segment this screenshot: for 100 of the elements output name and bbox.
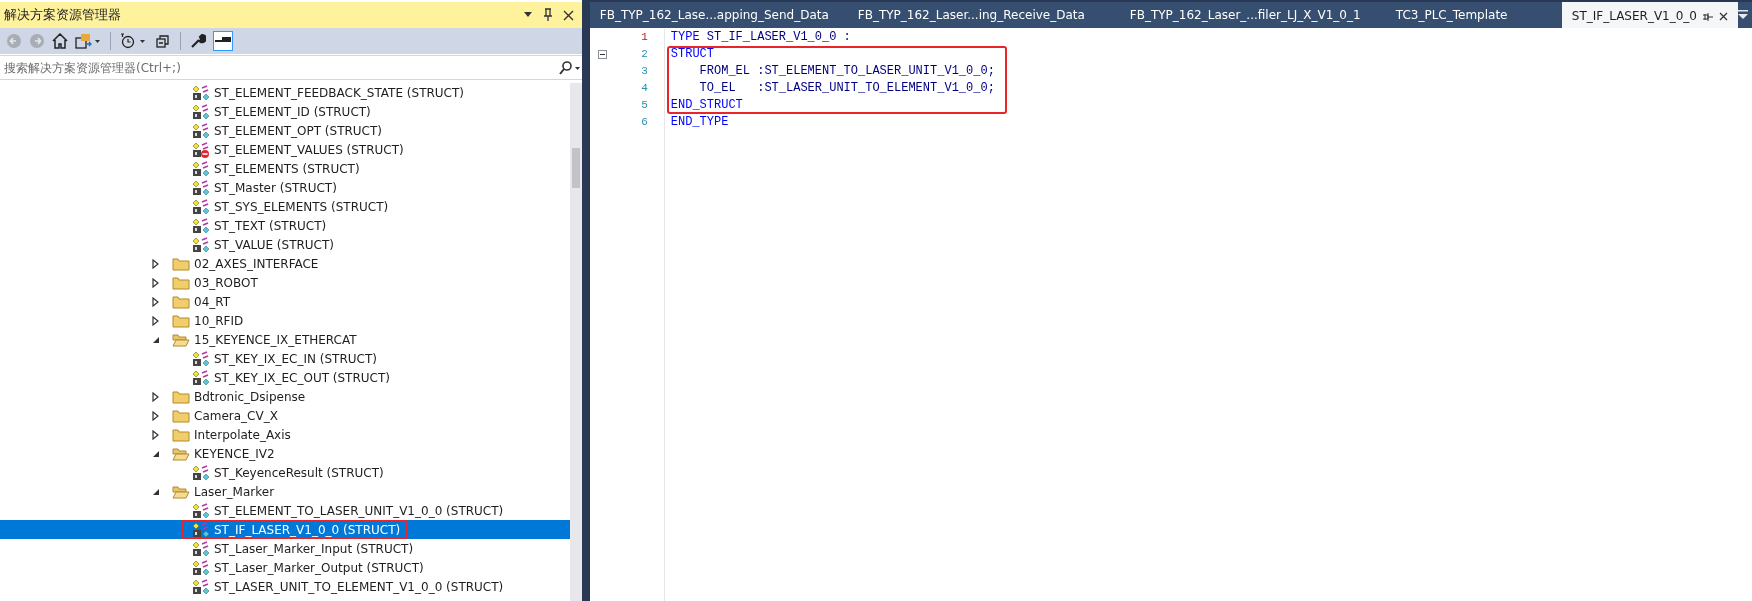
collapse-all-icon[interactable]	[155, 33, 171, 49]
expanded-arrow-icon[interactable]	[152, 449, 160, 458]
tree-item[interactable]: ST_SYS_ELEMENTS (STRUCT)	[0, 197, 570, 216]
collapsed-arrow-icon[interactable]	[152, 429, 160, 440]
pin-icon[interactable]	[1703, 10, 1713, 22]
line-number: 6	[640, 115, 648, 130]
tree-folder[interactable]: 03_ROBOT	[0, 273, 570, 292]
close-icon[interactable]	[1719, 11, 1728, 21]
folder-icon	[172, 313, 190, 328]
tree-folder[interactable]: 10_RFID	[0, 311, 570, 330]
struct-label: ST_ELEMENT_OPT (STRUCT)	[214, 123, 382, 138]
collapsed-arrow-icon[interactable]	[152, 315, 160, 326]
tree-item[interactable]: ST_LASER_UNIT_TO_ELEMENT_V1_0_0 (STRUCT)	[0, 577, 570, 596]
folder-icon	[172, 389, 190, 404]
tab-list-dropdown-icon[interactable]	[1738, 10, 1748, 20]
tree-item[interactable]: ST_VALUE (STRUCT)	[0, 235, 570, 254]
code-line: FROM_EL :ST_ELEMENT_TO_LASER_UNIT_V1_0_0;	[698, 63, 995, 80]
tree-folder[interactable]: Bdtronic_Dsipense	[0, 387, 570, 406]
tree-item[interactable]: ST_KEY_IX_EC_IN (STRUCT)	[0, 349, 570, 368]
preview-toggle-button[interactable]	[213, 31, 233, 51]
folder-icon	[172, 427, 190, 442]
expanded-arrow-icon[interactable]	[152, 335, 160, 344]
open-folder-icon	[172, 484, 190, 499]
open-folder-icon	[172, 332, 190, 347]
tree-folder[interactable]: 02_AXES_INTERFACE	[0, 254, 570, 273]
sync-icon[interactable]	[75, 33, 101, 49]
pin-icon[interactable]	[542, 8, 553, 22]
folder-label: Camera_CV_X	[194, 408, 278, 423]
code-line: END_STRUCT	[670, 97, 744, 114]
struct-label: ST_Laser_Marker_Output (STRUCT)	[214, 560, 424, 575]
preview-icon	[215, 37, 231, 45]
editor-tab[interactable]: FB_TYP_162_Laser_...filer_LJ_X_V1_0_1	[1119, 2, 1386, 28]
editor-tab[interactable]: FB_TYP_162_Laser...ing_Receive_Data	[847, 2, 1120, 28]
tree-item[interactable]: ST_ELEMENT_OPT (STRUCT)	[0, 121, 570, 140]
struct-label: ST_IF_LASER_V1_0_0 (STRUCT)	[214, 522, 401, 537]
tree-folder[interactable]: Interpolate_Axis	[0, 425, 570, 444]
dropdown-icon[interactable]	[522, 12, 533, 18]
collapsed-arrow-icon[interactable]	[152, 258, 160, 269]
editor-tab[interactable]: TC3_PLC_Template	[1385, 2, 1562, 28]
tree-item[interactable]: ST_KeyenceResult (STRUCT)	[0, 463, 570, 482]
tree-item[interactable]: ST_Master (STRUCT)	[0, 178, 570, 197]
tree-item[interactable]: ST_Laser_Marker_Output (STRUCT)	[0, 558, 570, 577]
tree-item[interactable]: ST_TEXT (STRUCT)	[0, 216, 570, 235]
editor-tab[interactable]: FB_TYP_162_Lase...apping_Send_Data	[589, 2, 848, 28]
line-number: 1	[640, 30, 648, 45]
tree-folder[interactable]: 04_RT	[0, 292, 570, 311]
folder-icon	[172, 408, 190, 423]
search-icon[interactable]	[557, 60, 582, 75]
line-number: 5	[640, 98, 648, 113]
folder-label: 02_AXES_INTERFACE	[194, 256, 319, 271]
struct-label: ST_TEXT (STRUCT)	[214, 218, 327, 233]
tree-item[interactable]: ST_ELEMENT_VALUES (STRUCT)	[0, 140, 570, 159]
folder-icon	[172, 275, 190, 290]
line-number: 4	[640, 81, 648, 96]
struct-label: ST_Master (STRUCT)	[214, 180, 337, 195]
struct-label: ST_Laser_Marker_Input (STRUCT)	[214, 541, 414, 556]
folder-label: 03_ROBOT	[194, 275, 258, 290]
folder-icon	[172, 256, 190, 271]
line-number: 3	[640, 64, 648, 79]
tree-folder[interactable]: KEYENCE_IV2	[0, 444, 570, 463]
home-icon[interactable]	[52, 33, 68, 49]
tree-item[interactable]: ST_ELEMENTS (STRUCT)	[0, 159, 570, 178]
history-icon[interactable]	[120, 33, 148, 49]
tree-folder[interactable]: Laser_Marker	[0, 482, 570, 501]
folder-label: KEYENCE_IV2	[194, 446, 275, 461]
struct-label: ST_ELEMENT_FEEDBACK_STATE (STRUCT)	[214, 85, 464, 100]
folder-label: 10_RFID	[194, 313, 244, 328]
folder-icon	[172, 294, 190, 309]
fold-icon[interactable]	[597, 50, 607, 59]
code-line: TO_EL :ST_LASER_UNIT_TO_ELEMENT_V1_0_0;	[698, 80, 995, 97]
tree-item[interactable]: ST_ELEMENT_ID (STRUCT)	[0, 102, 570, 121]
close-icon[interactable]	[562, 9, 574, 21]
tree-item[interactable]: ST_ELEMENT_TO_LASER_UNIT_V1_0_0 (STRUCT)	[0, 501, 570, 520]
collapsed-arrow-icon[interactable]	[152, 277, 160, 288]
editor-tab[interactable]: ST_IF_LASER_V1_0_0	[1561, 2, 1738, 28]
struct-label: ST_ELEMENT_VALUES (STRUCT)	[214, 142, 404, 157]
tree-item[interactable]: ST_Laser_Marker_Input (STRUCT)	[0, 539, 570, 558]
struct-label: ST_ELEMENT_ID (STRUCT)	[214, 104, 371, 119]
struct-label: ST_KEY_IX_EC_IN (STRUCT)	[214, 351, 377, 366]
scrollbar-thumb[interactable]	[571, 148, 580, 188]
struct-label: ST_KeyenceResult (STRUCT)	[214, 465, 384, 480]
tree-item[interactable]: ST_KEY_IX_EC_OUT (STRUCT)	[0, 368, 570, 387]
folder-label: Bdtronic_Dsipense	[194, 389, 306, 404]
folder-label: 15_KEYENCE_IX_ETHERCAT	[194, 332, 357, 347]
folder-label: 04_RT	[194, 294, 231, 309]
collapsed-arrow-icon[interactable]	[152, 410, 160, 421]
tree-folder[interactable]: 15_KEYENCE_IX_ETHERCAT	[0, 330, 570, 349]
expanded-arrow-icon[interactable]	[152, 487, 160, 496]
tree-item[interactable]: ST_ELEMENT_FEEDBACK_STATE (STRUCT)	[0, 83, 570, 102]
tree-folder[interactable]: Camera_CV_X	[0, 406, 570, 425]
line-number: 2	[640, 47, 648, 62]
code-line: END_TYPE	[670, 114, 730, 131]
folder-label: Interpolate_Axis	[194, 427, 291, 442]
collapsed-arrow-icon[interactable]	[152, 391, 160, 402]
code-line: TYPE ST_IF_LASER_V1_0_0 :	[670, 29, 852, 46]
collapsed-arrow-icon[interactable]	[152, 296, 160, 307]
folder-label: Laser_Marker	[194, 484, 275, 499]
search-field[interactable]: 搜索解决方案资源管理器(Ctrl+;)	[0, 59, 558, 76]
tree-item[interactable]: ST_IF_LASER_V1_0_0 (STRUCT)	[0, 520, 570, 539]
struct-label: ST_ELEMENT_TO_LASER_UNIT_V1_0_0 (STRUCT)	[214, 503, 504, 518]
